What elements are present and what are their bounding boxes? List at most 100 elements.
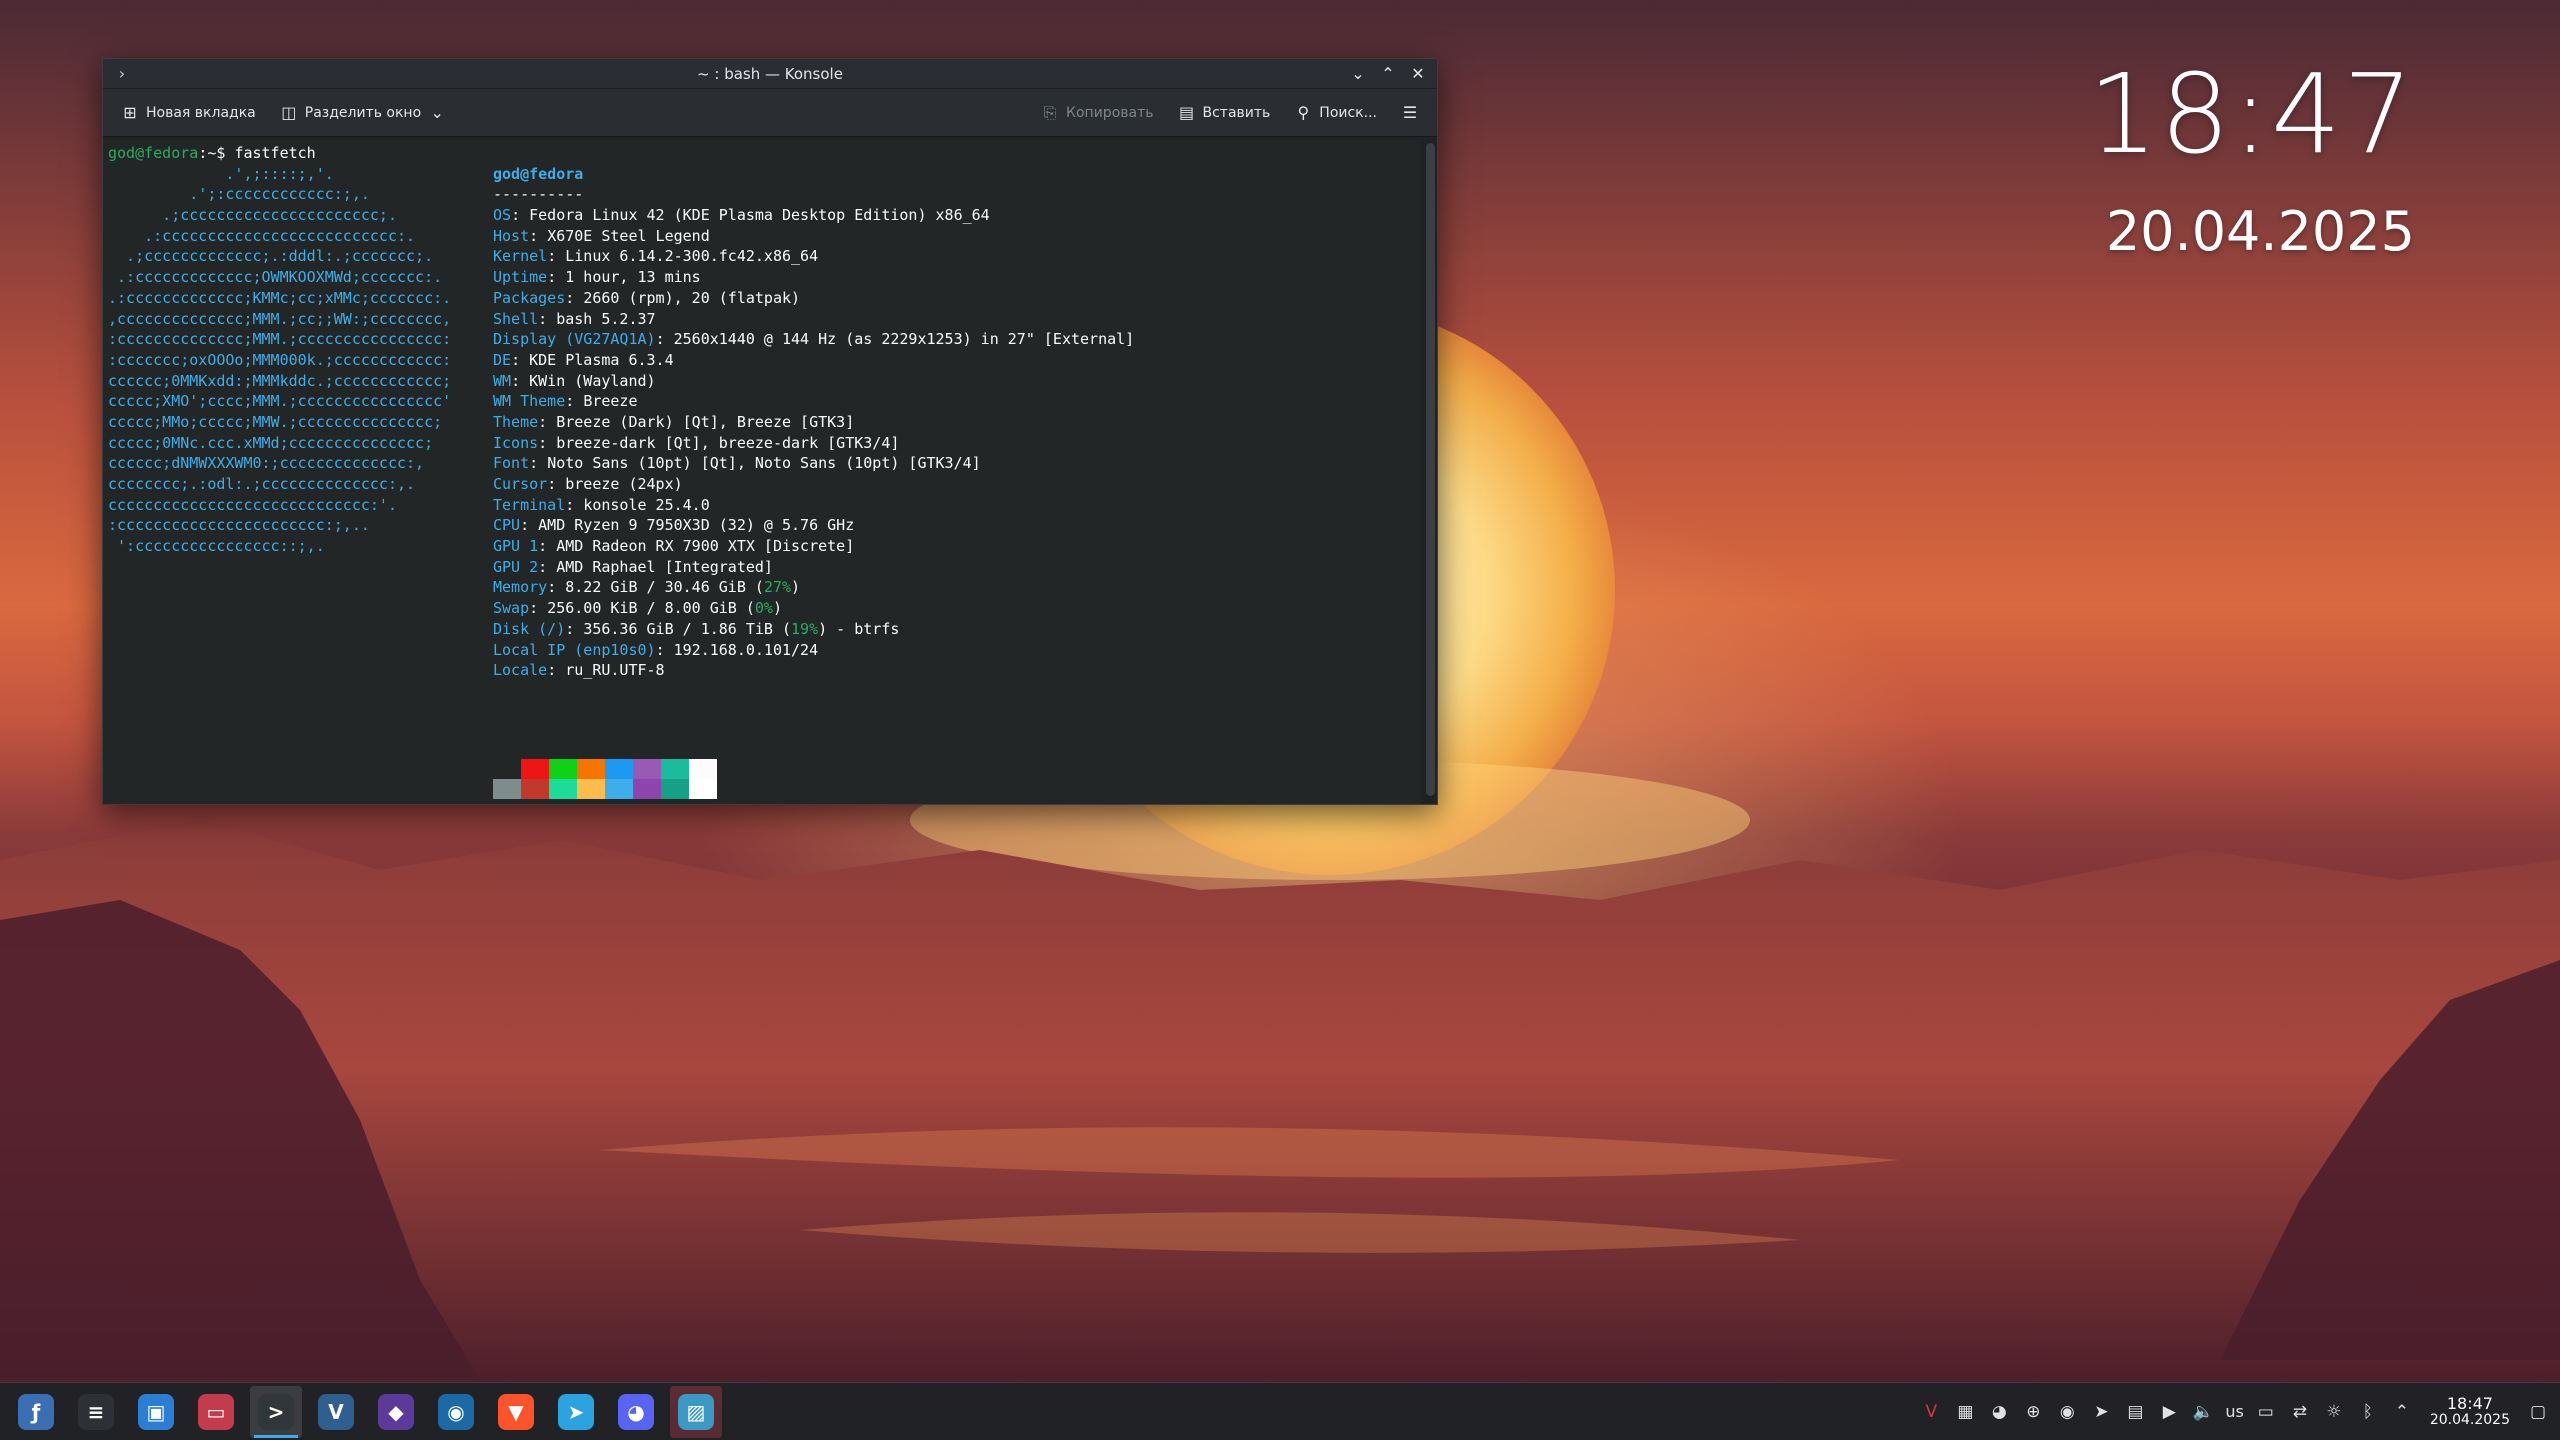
task-crystal-app[interactable]: ◆: [370, 1386, 422, 1438]
find-button[interactable]: ⚲ Поиск...: [1286, 97, 1385, 128]
window-titlebar[interactable]: › ~ : bash — Konsole ⌄ ⌃ ✕: [103, 59, 1437, 89]
paste-button[interactable]: ▤ Вставить: [1170, 97, 1279, 128]
info-row: OS: Fedora Linux 42 (KDE Plasma Desktop …: [493, 206, 990, 225]
media-player-icon[interactable]: ▶: [2157, 1402, 2181, 1422]
terminal-output[interactable]: god@fedora:~$ fastfetch .',;::::;,'. .';…: [103, 139, 1421, 804]
network-icon[interactable]: ⇄: [2288, 1402, 2312, 1422]
close-button[interactable]: ✕: [1405, 61, 1431, 87]
desktop-clock-time: 18:47: [2087, 50, 2415, 178]
task-screenshot-app[interactable]: ▨: [670, 1385, 722, 1438]
fedora-launcher-icon: ƒ: [18, 1393, 54, 1430]
task-fedora-launcher[interactable]: ƒ: [10, 1386, 62, 1438]
vivaldi-icon: V: [318, 1393, 354, 1430]
info-row: Display (VG27AQ1A): 2560x1440 @ 144 Hz (…: [493, 330, 1135, 349]
palette-swatch: [661, 759, 689, 779]
palette-swatch: [521, 759, 549, 779]
info-row: Cursor: breeze (24px): [493, 475, 683, 493]
task-konsole[interactable]: >: [250, 1385, 302, 1438]
palette-swatch: [549, 759, 577, 779]
split-view-button[interactable]: ◫ Разделить окно ⌄: [272, 97, 454, 128]
display-config-icon[interactable]: ▭: [2254, 1402, 2278, 1422]
system-tray: V ▦ ◕ ⊕ ◉ ➤ ▤ ▶ 🔈 us ▭ ⇄ ☼ ᛒ ⌃ 18:47 20.…: [1919, 1395, 2550, 1429]
copy-label: Копировать: [1066, 104, 1154, 121]
info-row: Font: Noto Sans (10pt) [Qt], Noto Sans (…: [493, 454, 981, 473]
telegram-icon: ➤: [558, 1393, 594, 1430]
discord-icon: ◕: [618, 1393, 654, 1430]
info-row: GPU 2: AMD Raphael [Integrated]: [493, 557, 773, 576]
palette-swatch: [661, 779, 689, 799]
info-row: Packages: 2660 (rpm), 20 (flatpak): [493, 288, 801, 307]
show-desktop-icon[interactable]: ▢: [2526, 1402, 2550, 1422]
task-steam[interactable]: ◉: [430, 1386, 482, 1438]
separator-line: ----------: [493, 185, 584, 204]
find-label: Поиск...: [1319, 104, 1377, 121]
task-brave[interactable]: ▼: [490, 1386, 542, 1438]
task-discover-store[interactable]: ▣: [130, 1386, 182, 1438]
minimize-button[interactable]: ⌄: [1345, 61, 1371, 87]
konsole-toolbar: ⊞ Новая вкладка ◫ Разделить окно ⌄ ⎘ Коп…: [103, 89, 1437, 137]
hamburger-menu-icon: ☰: [1402, 103, 1418, 122]
digital-clock[interactable]: 18:47 20.04.2025: [2430, 1395, 2510, 1429]
system-monitor-icon: ≡: [78, 1393, 114, 1430]
keyboard-layout-indicator[interactable]: us: [2225, 1402, 2243, 1421]
desktop-clock-date: 20.04.2025: [2105, 200, 2415, 263]
copy-icon: ⎘: [1043, 102, 1057, 122]
info-row: Host: X670E Steel Legend: [493, 226, 710, 245]
color-palette: [493, 759, 717, 799]
clipboard-calendar-icon[interactable]: ▦: [1953, 1402, 1977, 1422]
screenshot-app-icon: ▨: [678, 1393, 714, 1430]
copy-button[interactable]: ⎘ Копировать: [1033, 97, 1161, 129]
tray-time: 18:47: [2446, 1393, 2493, 1413]
clipboard-icon[interactable]: ▤: [2123, 1402, 2147, 1422]
file-manager-icon: ▭: [198, 1393, 234, 1430]
info-row: Uptime: 1 hour, 13 mins: [493, 268, 701, 287]
konsole-icon: >: [258, 1393, 294, 1430]
info-row: Theme: Breeze (Dark) [Qt], Breeze [GTK3]: [493, 412, 855, 431]
tray-expand-chevron-icon[interactable]: ⌃: [2390, 1402, 2414, 1422]
user-host: god@fedora: [493, 164, 584, 183]
paste-icon: ▤: [1178, 103, 1195, 122]
palette-swatch: [605, 779, 633, 799]
info-row: Icons: breeze-dark [Qt], breeze-dark [GT…: [493, 433, 900, 452]
task-manager: ƒ ≡ ▣ ▭ > V ◆ ◉ ▼ ➤ ◕ ▨: [10, 1385, 722, 1438]
maximize-button[interactable]: ⌃: [1375, 61, 1401, 87]
brightness-icon[interactable]: ☼: [2322, 1402, 2346, 1422]
new-tab-button[interactable]: ⊞ Новая вкладка: [113, 97, 264, 128]
task-telegram[interactable]: ➤: [550, 1386, 602, 1438]
info-local-ip: Local IP (enp10s0): 192.168.0.101/24: [493, 640, 819, 659]
telegram-tray-icon[interactable]: ➤: [2089, 1402, 2113, 1422]
split-view-icon: ◫: [281, 103, 297, 122]
task-file-manager[interactable]: ▭: [190, 1386, 242, 1438]
task-system-monitor[interactable]: ≡: [70, 1386, 122, 1438]
konsole-window[interactable]: › ~ : bash — Konsole ⌄ ⌃ ✕ ⊞ Новая вклад…: [102, 58, 1438, 805]
steam-icon: ◉: [438, 1393, 474, 1430]
palette-swatch: [577, 759, 605, 779]
crystal-app-icon: ◆: [378, 1393, 414, 1430]
palette-swatch: [689, 759, 717, 779]
info-row: GPU 1: AMD Radeon RX 7900 XTX [Discrete]: [493, 537, 855, 556]
info-row: WM Theme: Breeze: [493, 392, 638, 411]
hamburger-menu-button[interactable]: ☰: [1393, 97, 1427, 128]
vivaldi-tray-icon[interactable]: V: [1919, 1402, 1943, 1422]
split-view-label: Разделить окно: [304, 104, 422, 121]
update-notifier-icon[interactable]: ⊕: [2021, 1402, 2045, 1422]
discord-tray-icon[interactable]: ◕: [1987, 1402, 2011, 1422]
info-locale: Locale: ru_RU.UTF-8: [493, 661, 665, 680]
window-title: ~ : bash — Konsole: [697, 64, 843, 83]
info-row: Shell: bash 5.2.37: [493, 309, 656, 328]
command-line: god@fedora:~$ fastfetch: [108, 144, 316, 162]
palette-swatch: [577, 779, 605, 799]
paste-label: Вставить: [1202, 104, 1271, 121]
palette-swatch: [493, 779, 521, 799]
task-discord[interactable]: ◕: [610, 1386, 662, 1438]
palette-swatch: [633, 759, 661, 779]
terminal-scrollbar[interactable]: [1426, 143, 1435, 796]
steam-tray-icon[interactable]: ◉: [2055, 1402, 2079, 1422]
volume-icon[interactable]: 🔈: [2191, 1402, 2215, 1422]
new-tab-label: Новая вкладка: [146, 104, 256, 121]
bluetooth-icon[interactable]: ᛒ: [2356, 1402, 2380, 1422]
tray-date: 20.04.2025: [2429, 1411, 2510, 1428]
search-icon: ⚲: [1297, 103, 1310, 122]
discover-store-icon: ▣: [138, 1393, 174, 1430]
task-vivaldi[interactable]: V: [310, 1386, 362, 1438]
